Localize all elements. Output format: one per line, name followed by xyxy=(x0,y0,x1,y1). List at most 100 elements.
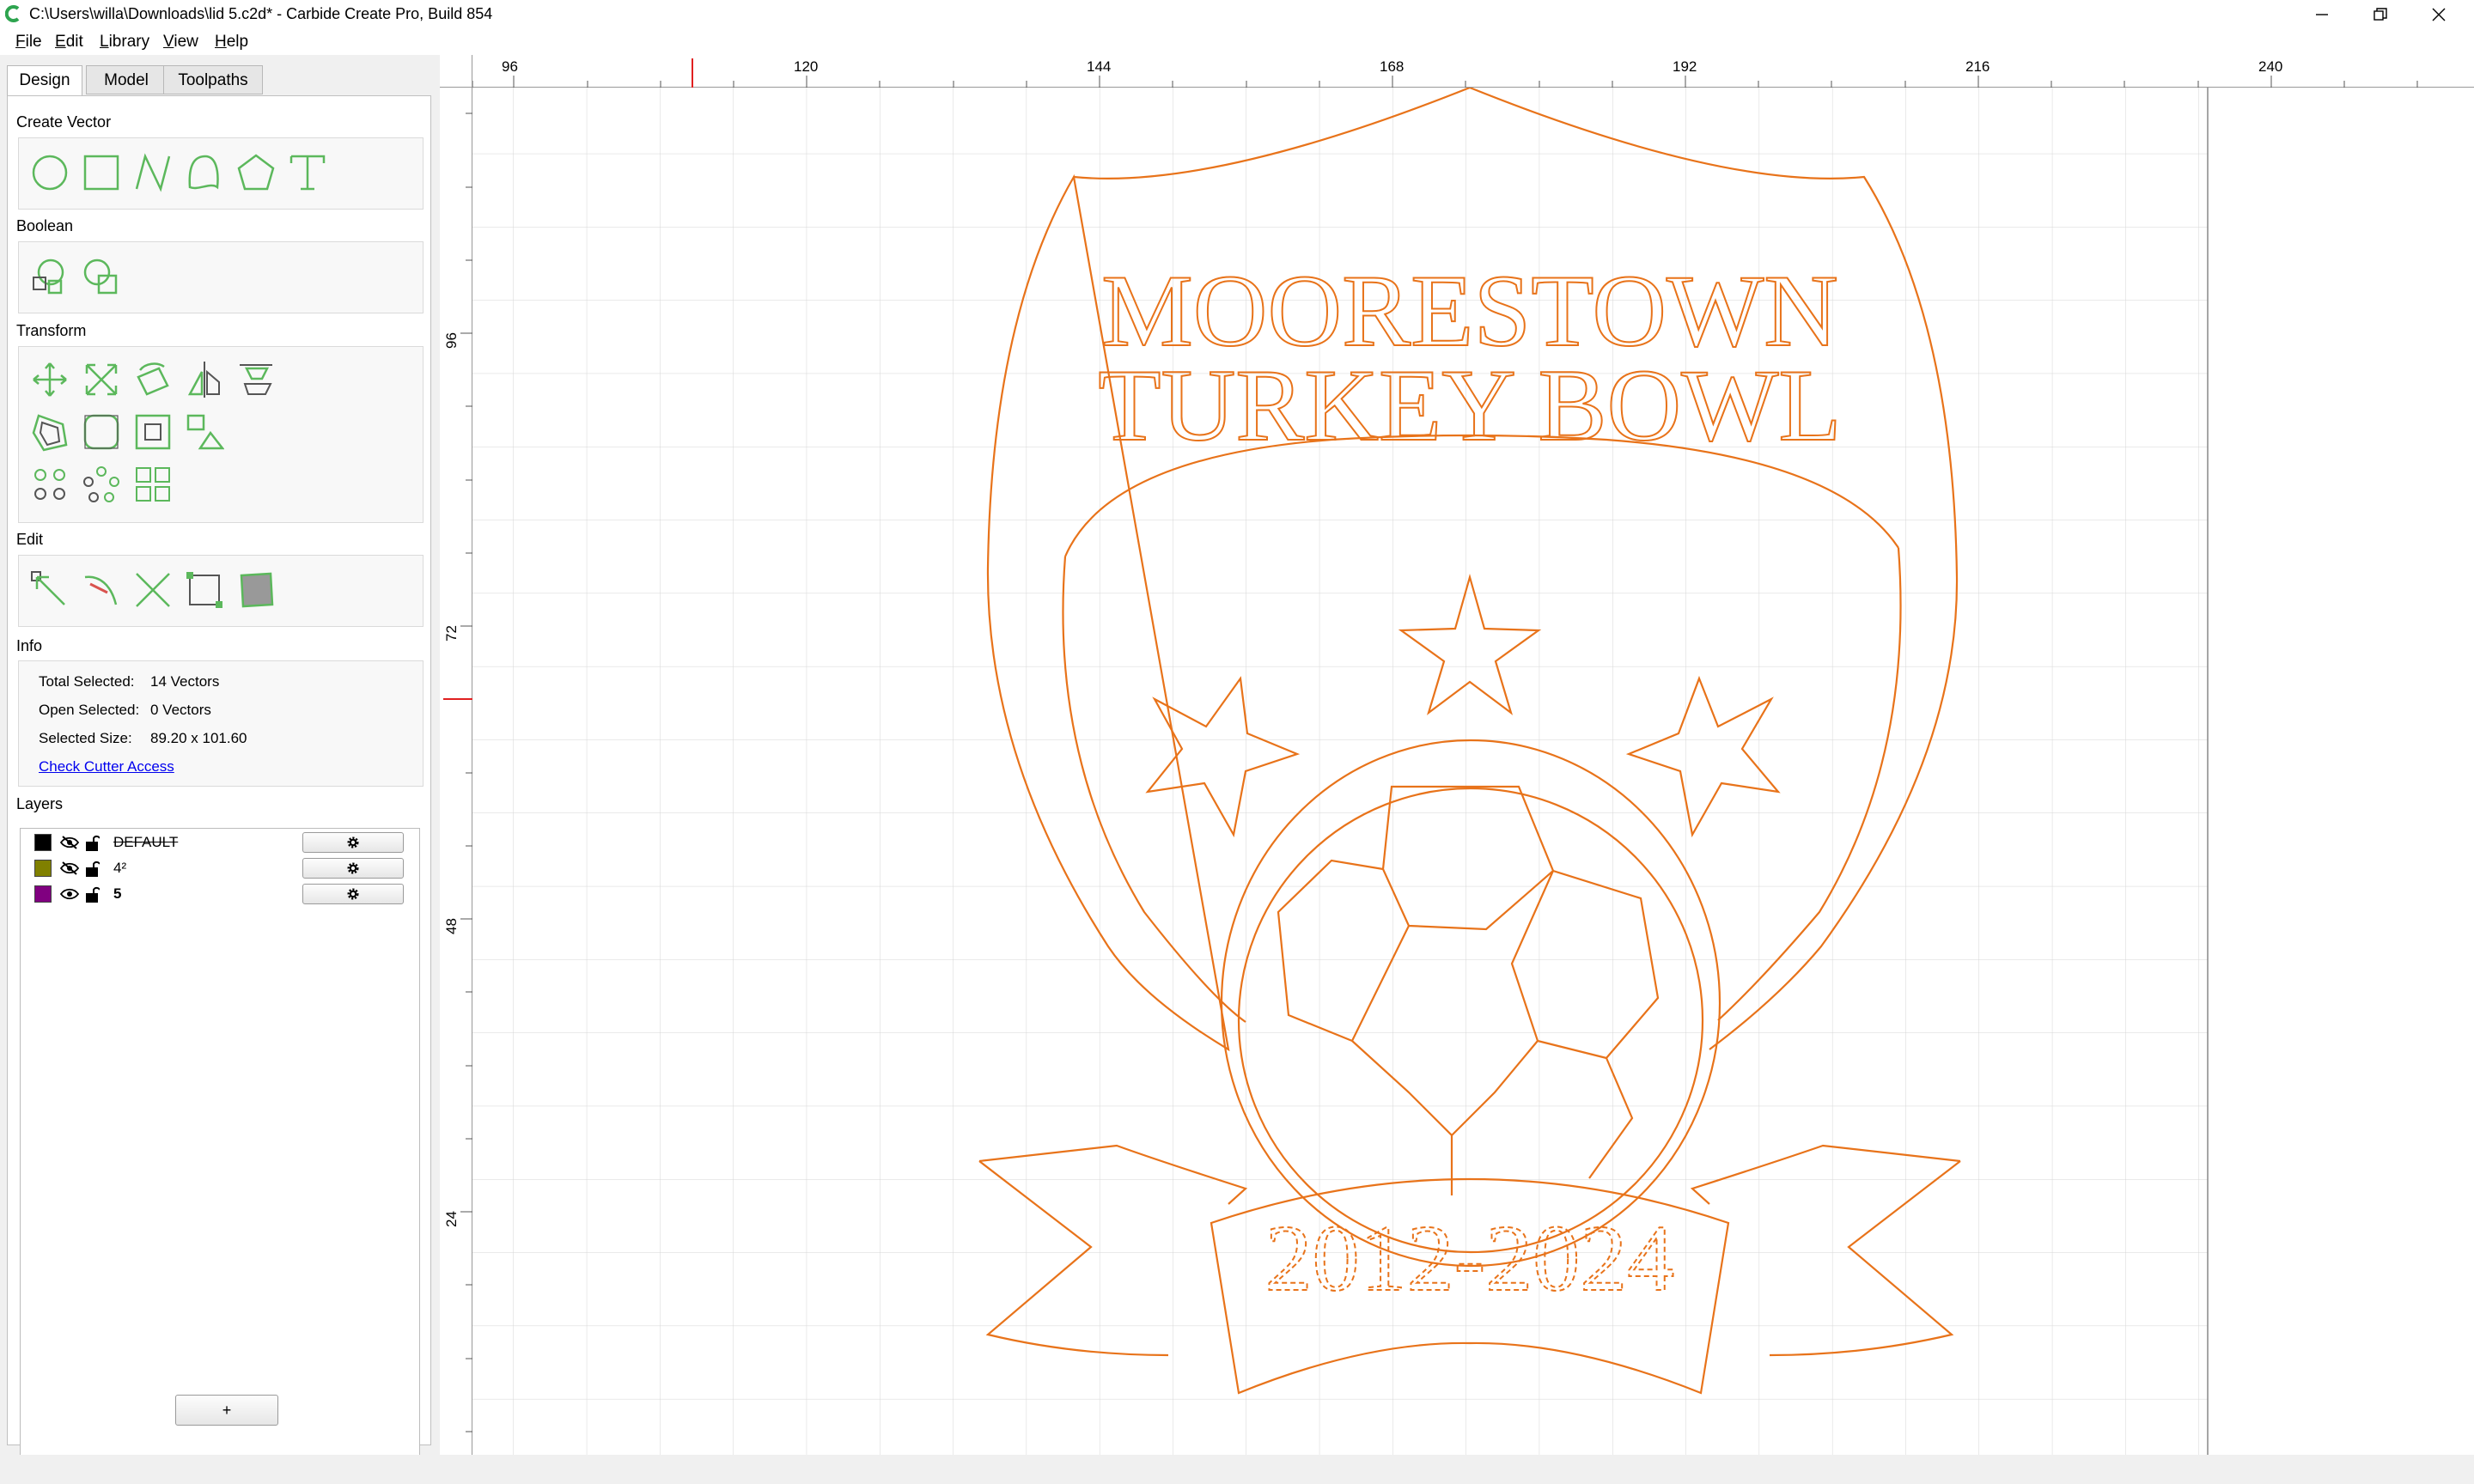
layer-row-5[interactable]: 5 xyxy=(29,882,416,906)
ruler-label-v-24: 24 xyxy=(443,1211,460,1227)
tab-model[interactable]: Model xyxy=(86,65,167,94)
transform-tools xyxy=(18,346,424,523)
scale-tool[interactable] xyxy=(81,359,122,400)
restore-button[interactable] xyxy=(2352,0,2409,29)
layer-name: 5 xyxy=(113,885,122,902)
text-years[interactable]: 2012-2024 xyxy=(1264,1205,1676,1311)
subtract-tool[interactable] xyxy=(81,256,122,297)
layer-color-swatch[interactable] xyxy=(34,885,52,903)
node-edit-icon xyxy=(31,571,65,605)
create-vector-tools xyxy=(18,137,424,210)
rectangular-array-tool[interactable] xyxy=(132,464,174,505)
layer-name: DEFAULT xyxy=(113,834,179,850)
tab-design[interactable]: Design xyxy=(7,65,82,97)
menu-edit[interactable]: Edit xyxy=(52,33,87,52)
section-title-create-vector: Create Vector xyxy=(16,113,112,131)
ruler-label-240: 240 xyxy=(2258,58,2283,75)
align-tool[interactable] xyxy=(235,359,277,400)
layer-row-4[interactable]: 4² xyxy=(29,856,416,880)
eye-icon[interactable] xyxy=(60,886,79,902)
layer-name: 4² xyxy=(113,860,127,876)
curve-tool[interactable] xyxy=(184,152,225,193)
rectangle-tool[interactable] xyxy=(81,152,122,193)
trim-icon xyxy=(84,575,118,605)
ruler-label-v-48: 48 xyxy=(443,918,460,934)
join-tool[interactable] xyxy=(184,569,225,611)
polygon-tool[interactable] xyxy=(235,152,277,193)
edit-tools xyxy=(18,555,424,627)
layers-list: DEFAULT 4² 5 xyxy=(20,828,420,1482)
ruler-label-168: 168 xyxy=(1380,58,1405,75)
layer-color-swatch[interactable] xyxy=(34,860,52,877)
polyline-tool[interactable] xyxy=(132,152,174,193)
horizontal-ruler: 96 120 144 168 192 216 240 xyxy=(440,55,2474,88)
mirror-tool[interactable] xyxy=(184,359,225,400)
rotate-tool[interactable] xyxy=(132,359,174,400)
rectangular-array-icon xyxy=(136,467,170,502)
section-title-transform: Transform xyxy=(16,322,87,339)
layer-color-swatch[interactable] xyxy=(34,834,52,851)
unlock-icon[interactable] xyxy=(84,859,100,878)
gear-icon xyxy=(347,836,359,848)
title-bar: C:\Users\willa\Downloads\lid 5.c2d* - Ca… xyxy=(0,0,2474,29)
boundary-tool[interactable] xyxy=(132,411,174,453)
design-panel: Create Vector Boolean Transform Edit Inf… xyxy=(7,95,431,1482)
align-icon xyxy=(240,364,272,395)
mirror-icon xyxy=(187,362,220,398)
fillet-icon xyxy=(83,414,119,450)
shape-edit-tool[interactable] xyxy=(235,569,277,611)
add-layer-button[interactable]: + xyxy=(175,1395,278,1426)
circular-pattern-tool[interactable] xyxy=(29,464,70,505)
close-button[interactable] xyxy=(2410,0,2467,29)
unlock-icon[interactable] xyxy=(84,885,100,903)
offset-icon xyxy=(32,414,68,452)
layer-row-default[interactable]: DEFAULT xyxy=(29,830,416,855)
menu-help[interactable]: Help xyxy=(211,33,252,52)
menu-bar: File Edit Library View Help xyxy=(0,29,2474,55)
menu-file[interactable]: File xyxy=(12,33,46,52)
status-bar xyxy=(0,1455,2474,1484)
layer-settings-button[interactable] xyxy=(302,884,404,904)
vertical-ruler: 96 72 48 24 xyxy=(440,88,472,1455)
eye-hidden-icon[interactable] xyxy=(60,835,79,850)
radial-array-tool[interactable] xyxy=(81,464,122,505)
cut-tool[interactable] xyxy=(132,569,174,611)
unlock-icon[interactable] xyxy=(84,833,100,852)
restore-icon xyxy=(2373,8,2387,21)
design-canvas[interactable]: 96 120 144 168 192 216 240 96 72 48 24 M… xyxy=(440,55,2474,1455)
vertical-ruler-ticks xyxy=(443,113,472,1432)
tab-toolpaths[interactable]: Toolpaths xyxy=(163,65,263,94)
check-cutter-access-link[interactable]: Check Cutter Access xyxy=(39,758,174,775)
move-tool[interactable] xyxy=(29,359,70,400)
union-tool[interactable] xyxy=(29,256,70,297)
move-icon xyxy=(33,362,67,397)
boundary-icon xyxy=(135,414,171,450)
ruler-label-96: 96 xyxy=(502,58,518,75)
design-drawing[interactable]: MOORESTOWN TURKEY BOWL 2012-2024 xyxy=(472,88,2474,1455)
menu-view[interactable]: View xyxy=(160,33,202,52)
minimize-icon xyxy=(2316,14,2328,15)
text-tool[interactable] xyxy=(287,152,328,193)
window-title: C:\Users\willa\Downloads\lid 5.c2d* - Ca… xyxy=(29,5,493,22)
menu-library[interactable]: Library xyxy=(96,33,153,52)
nest-tool[interactable] xyxy=(184,411,225,453)
info-total-selected: Total Selected: 14 Vectors xyxy=(39,673,220,690)
text-icon xyxy=(289,155,326,191)
layer-settings-button[interactable] xyxy=(302,858,404,879)
info-selected-size: Selected Size: 89.20 x 101.60 xyxy=(39,730,247,746)
text-turkey-bowl[interactable]: TURKEY BOWL xyxy=(1097,347,1842,463)
trim-tool[interactable] xyxy=(81,569,122,611)
circle-tool[interactable] xyxy=(29,152,70,193)
section-title-edit: Edit xyxy=(16,531,44,548)
minimize-button[interactable] xyxy=(2294,0,2350,29)
union-icon xyxy=(33,258,64,295)
node-edit-tool[interactable] xyxy=(29,569,70,611)
close-icon xyxy=(2432,8,2446,21)
section-title-layers: Layers xyxy=(16,795,64,812)
layer-settings-button[interactable] xyxy=(302,832,404,853)
shape-edit-icon xyxy=(240,572,274,608)
eye-hidden-icon[interactable] xyxy=(60,861,79,876)
ruler-label-120: 120 xyxy=(794,58,819,75)
offset-tool[interactable] xyxy=(29,411,70,453)
fillet-tool[interactable] xyxy=(81,411,122,453)
